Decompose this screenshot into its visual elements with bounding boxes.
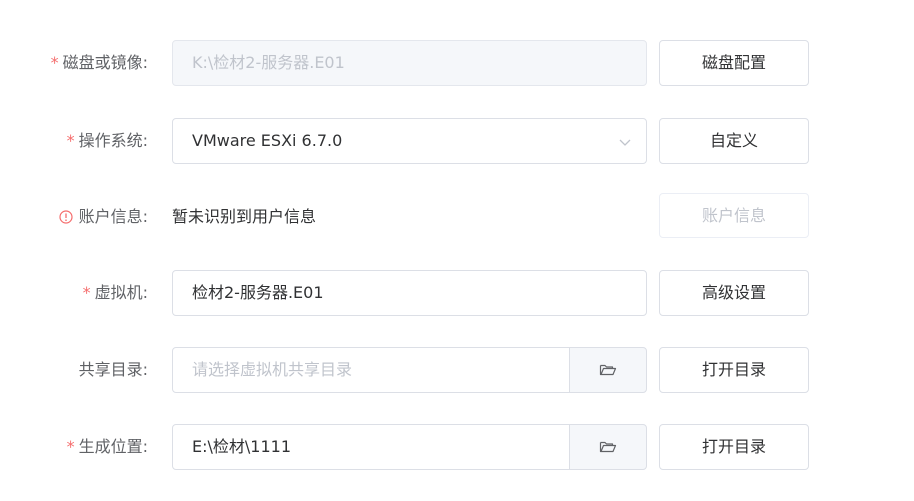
disk-label: * 磁盘或镜像: <box>51 40 148 86</box>
required-star: * <box>66 437 75 456</box>
share-label-text: 共享目录: <box>78 360 148 379</box>
disk-config-button[interactable]: 磁盘配置 <box>659 40 809 86</box>
vm-row: * 虚拟机: 检材2-服务器.E01 高级设置 <box>0 270 914 316</box>
share-label: 共享目录: <box>79 347 148 393</box>
account-row: 账户信息: 暂未识别到用户信息 账户信息 <box>0 193 914 240</box>
required-star: * <box>66 131 75 150</box>
vm-name-input[interactable]: 检材2-服务器.E01 <box>172 270 647 316</box>
account-label-text: 账户信息: <box>78 207 148 226</box>
account-label: 账户信息: <box>58 194 148 240</box>
os-label: * 操作系统: <box>67 118 148 164</box>
vm-label-text: 虚拟机: <box>94 283 148 302</box>
output-path-input[interactable]: E:\检材\1111 <box>172 424 570 470</box>
output-row: * 生成位置: E:\检材\1111 打开目录 <box>0 424 914 470</box>
account-info-button[interactable]: 账户信息 <box>659 193 809 238</box>
required-star: * <box>82 283 91 302</box>
folder-open-icon <box>599 364 617 376</box>
open-output-dir-button[interactable]: 打开目录 <box>659 424 809 470</box>
vm-label: * 虚拟机: <box>83 270 148 316</box>
os-row: * 操作系统: VMware ESXi 6.7.0 自定义 <box>0 118 914 164</box>
disk-row: * 磁盘或镜像: K:\检材2-服务器.E01 磁盘配置 <box>0 40 914 86</box>
share-row: 共享目录: 请选择虚拟机共享目录 打开目录 <box>0 347 914 393</box>
advanced-settings-button[interactable]: 高级设置 <box>659 270 809 316</box>
output-label: * 生成位置: <box>67 424 148 470</box>
customize-button[interactable]: 自定义 <box>659 118 809 164</box>
output-label-text: 生成位置: <box>78 437 148 456</box>
output-browse-button[interactable] <box>569 424 647 470</box>
account-status-text: 暂未识别到用户信息 <box>172 207 317 226</box>
share-dir-browse-button[interactable] <box>569 347 647 393</box>
folder-open-icon <box>599 441 617 453</box>
share-dir-input[interactable]: 请选择虚拟机共享目录 <box>172 347 570 393</box>
os-select[interactable]: VMware ESXi 6.7.0 <box>172 118 647 164</box>
disk-label-text: 磁盘或镜像: <box>62 53 148 72</box>
os-select-value: VMware ESXi 6.7.0 <box>192 131 343 150</box>
open-share-dir-button[interactable]: 打开目录 <box>659 347 809 393</box>
info-circle-icon <box>58 210 73 224</box>
os-label-text: 操作系统: <box>78 131 148 150</box>
chevron-down-icon <box>619 139 631 146</box>
disk-path-input: K:\检材2-服务器.E01 <box>172 40 647 86</box>
required-star: * <box>50 53 59 72</box>
vm-config-form: * 磁盘或镜像: K:\检材2-服务器.E01 磁盘配置 * 操作系统: VMwar… <box>0 0 914 501</box>
